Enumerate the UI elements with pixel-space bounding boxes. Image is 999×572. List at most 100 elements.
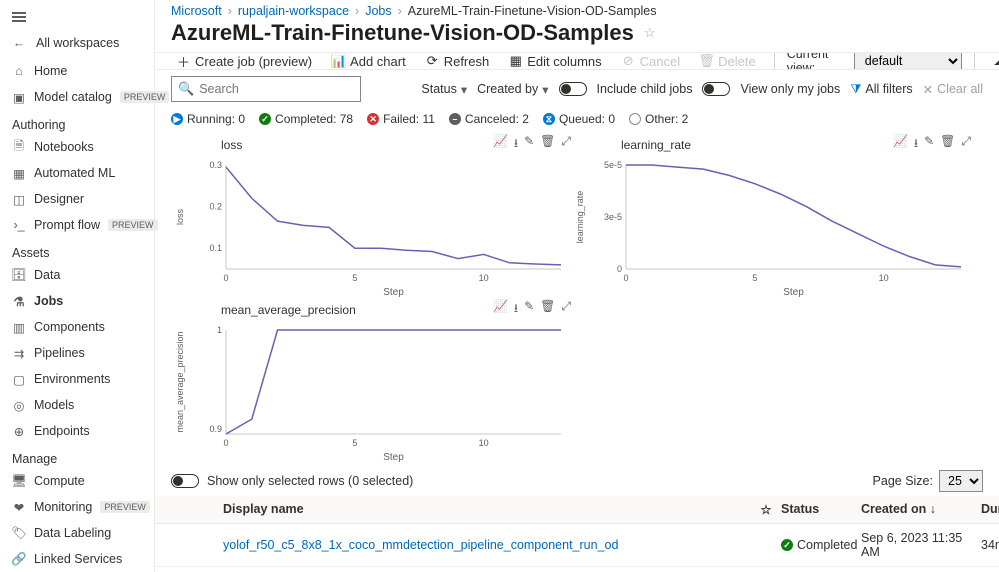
expand-icon[interactable]: ⤢: [961, 134, 971, 155]
chevron-down-icon: ▾: [461, 82, 467, 97]
svg-text:Step: Step: [383, 452, 404, 462]
view-select[interactable]: default: [854, 52, 963, 70]
table-row[interactable]: gfl_r50_fpn_mstrain_2x_coco - mmdetectio…: [155, 567, 999, 572]
col-created-on[interactable]: Created on ↓: [861, 502, 981, 517]
crumb-jobs[interactable]: Jobs: [365, 4, 391, 18]
col-duration[interactable]: Durat: [981, 502, 999, 517]
sidebar-item-data-labeling[interactable]: 🏷Data Labeling: [0, 520, 154, 546]
svg-text:learning_rate: learning_rate: [575, 191, 585, 244]
catalog-icon: ▣: [12, 90, 26, 104]
line-chart-icon[interactable]: 📈: [893, 134, 908, 155]
search-input-wrap[interactable]: 🔍: [171, 76, 361, 102]
show-selected-toggle[interactable]: [171, 474, 199, 488]
chevron-right-icon: ›: [398, 4, 402, 18]
status-cell: ✓Completed: [781, 538, 861, 552]
toolbar: ＋Create job (preview) 📊Add chart ⟳Refres…: [155, 52, 999, 70]
expand-icon[interactable]: ⤢: [561, 134, 571, 155]
charts-area: loss 📈⭳✎🗑⤢ 0.10.20.30510Steploss learnin…: [155, 132, 999, 462]
sidebar-item-prompt-flow[interactable]: ›_Prompt flowpreview: [0, 212, 154, 238]
status-filter[interactable]: Status▾: [421, 82, 467, 97]
sidebar-item-designer[interactable]: ◫Designer: [0, 186, 154, 212]
view-mine-toggle[interactable]: [702, 82, 730, 96]
refresh-button[interactable]: ⟳Refresh: [420, 52, 496, 70]
section-assets: Assets: [0, 238, 154, 262]
edit-icon[interactable]: ✎: [924, 134, 934, 155]
status-failed[interactable]: ✕Failed: 11: [367, 112, 435, 126]
jobs-table: Show only selected rows (0 selected) Pag…: [155, 464, 999, 572]
created-by-filter[interactable]: Created by▾: [477, 82, 548, 97]
section-manage: Manage: [0, 444, 154, 468]
download-icon[interactable]: ⭳: [514, 134, 518, 155]
line-chart-icon[interactable]: 📈: [493, 134, 508, 155]
automl-icon: ▦: [12, 166, 26, 180]
download-icon[interactable]: ⭳: [914, 134, 918, 155]
col-status[interactable]: Status: [781, 502, 861, 517]
sidebar-item-compute[interactable]: 🖥Compute: [0, 468, 154, 494]
svg-text:0.2: 0.2: [209, 202, 222, 212]
status-summary: ▶Running: 0 ✓Completed: 78 ✕Failed: 11 –…: [155, 108, 999, 132]
filter-bar: 🔍 Status▾ Created by▾ Include child jobs…: [155, 70, 999, 108]
edit-icon[interactable]: ✎: [524, 299, 534, 320]
sidebar-item-data[interactable]: 🗄Data: [0, 262, 154, 288]
check-icon: ✓: [781, 539, 793, 551]
sidebar-item-notebooks[interactable]: 🗎Notebooks: [0, 134, 154, 160]
all-filters-button[interactable]: ⧩All filters: [850, 82, 912, 97]
save-view-button[interactable]: ☁Save view▾: [987, 52, 999, 70]
table-row[interactable]: yolof_r50_c5_8x8_1x_coco_mmdetection_pip…: [155, 524, 999, 567]
edit-icon[interactable]: ✎: [524, 134, 534, 155]
columns-icon: ▦: [509, 55, 522, 68]
expand-icon[interactable]: ⤢: [561, 299, 571, 320]
svg-text:0.1: 0.1: [209, 243, 222, 253]
status-completed[interactable]: ✓Completed: 78: [259, 112, 353, 126]
sidebar-item-model-catalog[interactable]: ▣Model catalogpreview: [0, 84, 154, 110]
sidebar-item-components[interactable]: ▥Components: [0, 314, 154, 340]
crumb-microsoft[interactable]: Microsoft: [171, 4, 222, 18]
sidebar-item-environments[interactable]: ▢Environments: [0, 366, 154, 392]
status-running[interactable]: ▶Running: 0: [171, 112, 245, 126]
favorite-star-icon[interactable]: ☆: [644, 25, 656, 41]
status-other[interactable]: Other: 2: [629, 112, 688, 126]
status-queued[interactable]: ⧖Queued: 0: [543, 112, 615, 126]
search-input[interactable]: [199, 82, 360, 96]
trash-icon[interactable]: 🗑: [540, 134, 555, 155]
delete-icon: 🗑: [700, 55, 713, 68]
status-canceled[interactable]: –Canceled: 2: [449, 112, 529, 126]
back-all-workspaces[interactable]: ← All workspaces: [0, 30, 154, 56]
svg-text:loss: loss: [175, 209, 185, 226]
crumb-workspace[interactable]: rupaljain-workspace: [238, 4, 349, 18]
col-favorite[interactable]: ☆: [751, 502, 781, 517]
sidebar-item-models[interactable]: ◎Models: [0, 392, 154, 418]
trash-icon[interactable]: 🗑: [540, 299, 555, 320]
line-chart-icon[interactable]: 📈: [493, 299, 508, 320]
sidebar-item-pipelines[interactable]: ⇉Pipelines: [0, 340, 154, 366]
arrow-left-icon: ←: [12, 36, 26, 50]
svg-text:5e-5: 5e-5: [604, 160, 622, 170]
include-child-toggle[interactable]: [559, 82, 587, 96]
svg-text:0: 0: [223, 273, 228, 283]
link-icon: 🔗: [12, 552, 26, 566]
page-title: AzureML-Train-Finetune-Vision-OD-Samples: [171, 20, 634, 46]
edit-columns-button[interactable]: ▦Edit columns: [503, 52, 607, 70]
sidebar-item-monitoring[interactable]: ❤Monitoringpreview: [0, 494, 154, 520]
trash-icon[interactable]: 🗑: [940, 134, 955, 155]
download-icon[interactable]: ⭳: [514, 299, 518, 320]
clock-icon: ⧖: [543, 113, 555, 125]
breadcrumb: Microsoft› rupaljain-workspace› Jobs› Az…: [155, 0, 999, 20]
sidebar: ← All workspaces ⌂Home ▣Model catalogpre…: [0, 0, 155, 572]
sidebar-item-home[interactable]: ⌂Home: [0, 58, 154, 84]
col-display-name[interactable]: Display name: [211, 502, 751, 517]
create-job-button[interactable]: ＋Create job (preview): [171, 52, 318, 70]
sidebar-item-linked-services[interactable]: 🔗Linked Services: [0, 546, 154, 572]
crumb-current: AzureML-Train-Finetune-Vision-OD-Samples: [408, 4, 657, 18]
toggle-label: View only my jobs: [740, 82, 840, 96]
hamburger-icon[interactable]: [0, 4, 154, 30]
page-size-select[interactable]: 25: [939, 470, 983, 492]
sidebar-item-jobs[interactable]: ⚗Jobs: [0, 288, 154, 314]
sidebar-item-endpoints[interactable]: ⊕Endpoints: [0, 418, 154, 444]
cancel-button: ⊘Cancel: [616, 52, 686, 70]
clear-all-button[interactable]: ✕Clear all: [923, 82, 983, 97]
sidebar-item-automl[interactable]: ▦Automated ML: [0, 160, 154, 186]
job-link[interactable]: yolof_r50_c5_8x8_1x_coco_mmdetection_pip…: [223, 538, 618, 552]
svg-text:0.9: 0.9: [209, 424, 222, 434]
add-chart-button[interactable]: 📊Add chart: [326, 52, 412, 70]
